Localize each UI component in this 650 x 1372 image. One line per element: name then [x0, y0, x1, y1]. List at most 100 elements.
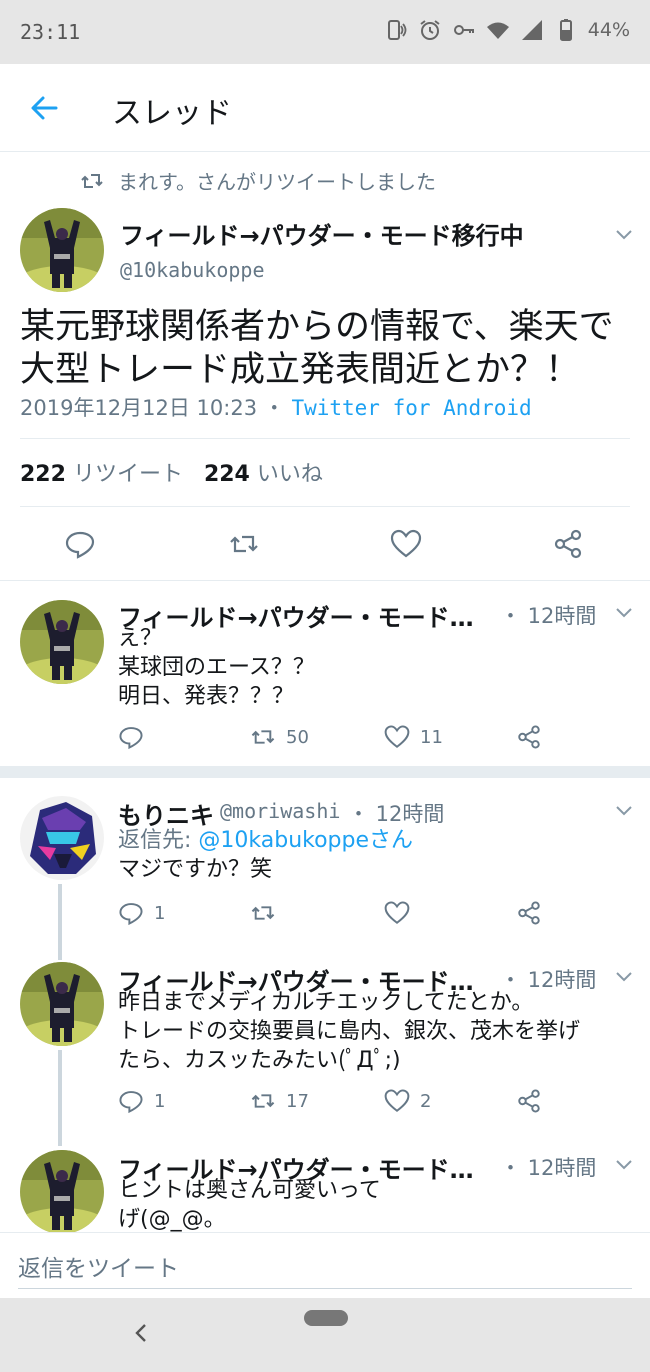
share-button[interactable] — [516, 724, 542, 750]
reply-actions: 1 17 2 — [118, 1088, 558, 1120]
back-arrow-icon[interactable] — [26, 90, 62, 126]
vpn-key-icon — [453, 25, 474, 35]
reply-actions: 1 — [118, 900, 558, 932]
reply-icon — [119, 727, 143, 750]
retweet-button[interactable]: 50 — [250, 724, 309, 750]
reply-button[interactable] — [118, 724, 154, 750]
retweet-context[interactable]: まれす。さんがリツイートしました — [80, 166, 436, 195]
avatar[interactable] — [20, 796, 104, 880]
reply-button[interactable]: 1 — [118, 900, 165, 926]
reply-text-line: たら、カスッたみたい(ﾟДﾟ;) — [118, 1048, 401, 1073]
reply-text-line: げ(@_@。 — [118, 1207, 226, 1232]
reply-text-line: 明日、発表？？？ — [118, 684, 295, 709]
like-count[interactable]: 224 — [204, 462, 250, 487]
retweet-icon — [251, 906, 275, 920]
system-navigation-bar — [0, 1298, 650, 1372]
reply-text: 返信先: @10kabukoppeさん マジですか？笑 — [118, 826, 413, 884]
avatar-baseball-player-image — [20, 962, 104, 1046]
reply-to-label: 返信先: — [118, 828, 199, 853]
retweet-icon — [81, 173, 103, 188]
reply-icon[interactable] — [64, 528, 96, 560]
author-name[interactable]: フィールド→パウダー・モード移行中 — [120, 216, 524, 251]
retweet-context-text: まれす。さんがリツイートしました — [118, 170, 436, 194]
reply-text-line: 某球団のエース？？ — [118, 655, 315, 680]
engagement-counts: 222 リツイート 224 いいね — [20, 456, 323, 488]
tweet-datetime: 2019年12月12日 10:23 ・ — [20, 396, 292, 420]
chevron-down-icon[interactable] — [612, 600, 636, 624]
retweet-button[interactable] — [250, 900, 286, 926]
retweet-icon — [251, 730, 275, 744]
retweet-label[interactable]: リツイート — [73, 462, 183, 487]
share-button[interactable] — [516, 900, 542, 926]
tweet-text-line: 某元野球関係者からの情報で、楽天で — [20, 307, 614, 347]
chevron-down-icon[interactable] — [612, 1152, 636, 1176]
reply-author-handle[interactable]: @moriwashi — [220, 799, 340, 823]
cell-signal-icon — [521, 20, 542, 40]
like-label[interactable]: いいね — [257, 462, 323, 487]
reply-button[interactable]: 1 — [118, 1088, 165, 1114]
avatar[interactable] — [20, 962, 104, 1046]
retweet-icon[interactable] — [228, 528, 260, 560]
avatar[interactable] — [20, 600, 104, 684]
alarm-icon — [420, 20, 440, 40]
share-button[interactable] — [516, 1088, 542, 1114]
like-heart-icon — [384, 901, 410, 924]
reply-text-line: ヒントは奥さん可愛いって — [118, 1178, 381, 1203]
retweet-count: 50 — [286, 726, 309, 748]
tweet-timestamp: 2019年12月12日 10:23 ・ Twitter for Android — [20, 392, 532, 422]
share-icon — [518, 901, 540, 925]
reply-time: ・ 12時間 — [348, 802, 445, 826]
avatar-baseball-player-image — [20, 1150, 104, 1234]
nfc-icon — [387, 20, 407, 40]
like-heart-icon — [384, 1089, 410, 1112]
avatar[interactable] — [20, 1150, 104, 1234]
like-button[interactable]: 2 — [384, 1088, 431, 1114]
avatar-baseball-player-image — [20, 208, 104, 292]
like-button[interactable] — [384, 900, 420, 926]
tweet-text: 某元野球関係者からの情報で、楽天で 大型トレード成立発表間近とか？！ — [20, 306, 630, 392]
page-title: スレッド — [112, 96, 232, 131]
share-icon — [518, 725, 540, 749]
system-back-icon[interactable] — [128, 1320, 154, 1346]
app-bar: スレッド — [0, 64, 650, 152]
avatar[interactable] — [20, 208, 104, 292]
reply-count: 1 — [154, 1090, 166, 1112]
retweet-icon — [251, 1094, 275, 1108]
client-link[interactable]: Twitter for Android — [291, 396, 531, 420]
retweet-button[interactable]: 17 — [250, 1088, 309, 1114]
reply-composer-bar: 返信をツイート — [0, 1232, 650, 1298]
like-count: 2 — [420, 1090, 432, 1112]
chevron-down-icon[interactable] — [612, 964, 636, 988]
like-heart-icon[interactable] — [390, 528, 422, 560]
reply-input[interactable]: 返信をツイート — [18, 1243, 632, 1289]
author-handle[interactable]: @10kabukoppe — [120, 258, 265, 282]
status-bar: 23:11 44% — [0, 0, 650, 64]
reply-text-line: 昨日までメディカルチエックしてたとか。 — [118, 990, 534, 1015]
thread-connector — [58, 1050, 62, 1146]
retweet-count[interactable]: 222 — [20, 462, 66, 487]
avatar-robot-illustration — [20, 796, 104, 880]
share-icon — [518, 1089, 540, 1113]
like-heart-icon — [384, 725, 410, 748]
reply-count: 1 — [154, 902, 166, 924]
reply-text: え？ 某球団のエース？？ 明日、発表？？？ — [118, 624, 315, 711]
main-tweet-actions — [0, 516, 650, 572]
thread-connector — [58, 884, 62, 960]
chevron-down-icon[interactable] — [612, 798, 636, 822]
reply-time: ・ 12時間 — [500, 604, 597, 628]
reply-to-mention[interactable]: @10kabukoppeさん — [198, 828, 413, 853]
section-divider — [0, 766, 650, 778]
reply-time: ・ 12時間 — [500, 1156, 597, 1180]
reply-text-line: トレードの交換要員に島内、銀次、茂木を挙げ — [118, 1019, 581, 1044]
avatar-baseball-player-image — [20, 600, 104, 684]
reply-text: ヒントは奥さん可愛いって げ(@_@。 — [118, 1176, 381, 1234]
like-button[interactable]: 11 — [384, 724, 443, 750]
reply-text: 昨日までメディカルチエックしてたとか。 トレードの交換要員に島内、銀次、茂木を挙… — [118, 988, 580, 1075]
home-pill[interactable] — [304, 1310, 348, 1326]
chevron-down-icon[interactable] — [612, 222, 636, 246]
divider — [20, 506, 630, 507]
battery-icon — [559, 19, 572, 41]
status-icons: 44% — [384, 18, 630, 42]
share-icon[interactable] — [552, 528, 584, 560]
divider — [0, 580, 650, 581]
